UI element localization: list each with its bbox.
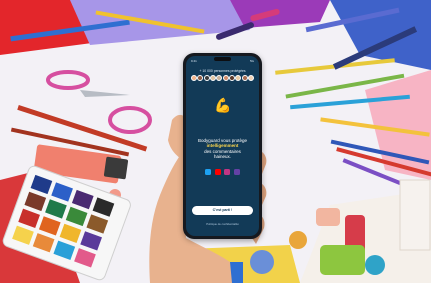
headline-line-4: haineux. (213, 154, 231, 160)
headline: Bodyguard vous protège intelligemment de… (190, 138, 255, 160)
phone-screen: 9:41 5G + 10 000 personnes protégées 💪 B… (186, 56, 259, 236)
user-avatar (235, 75, 242, 81)
eraser-pink (316, 208, 340, 226)
paper-cutout (399, 179, 431, 251)
phone-notch (214, 57, 231, 61)
user-avatar (247, 75, 254, 81)
status-signal: 5G (249, 59, 254, 63)
smartphone: 9:41 5G + 10 000 personnes protégées 💪 B… (183, 53, 262, 239)
flexed-biceps-icon: 💪 (214, 97, 232, 113)
twitch-app-icon (233, 169, 240, 175)
twitter-app-icon (205, 169, 211, 175)
youtube-app-icon (214, 169, 221, 175)
start-button[interactable]: C'est parti ! (192, 206, 253, 215)
instagram-app-icon (224, 169, 231, 175)
photo-scene: 9:41 5G + 10 000 personnes protégées 💪 B… (0, 0, 431, 283)
user-avatar (197, 75, 204, 81)
clay-teal (365, 255, 385, 275)
highlighter-cap (103, 156, 129, 180)
social-apps-row (205, 169, 240, 175)
toy-orange (289, 231, 307, 249)
user-avatar (191, 75, 197, 81)
glue-bottle (320, 245, 365, 275)
avatar-row (191, 75, 254, 81)
protected-counter: + 10 000 personnes protégées (199, 69, 246, 73)
user-avatar (228, 75, 235, 81)
user-avatar (209, 75, 216, 81)
user-avatar (203, 75, 210, 81)
user-avatar (216, 75, 223, 81)
clay-blue (250, 250, 274, 274)
user-avatar (241, 75, 248, 81)
status-time: 9:41 (191, 59, 197, 63)
privacy-policy-link[interactable]: Politique de confidentialité (186, 222, 259, 226)
user-avatar (222, 75, 229, 81)
